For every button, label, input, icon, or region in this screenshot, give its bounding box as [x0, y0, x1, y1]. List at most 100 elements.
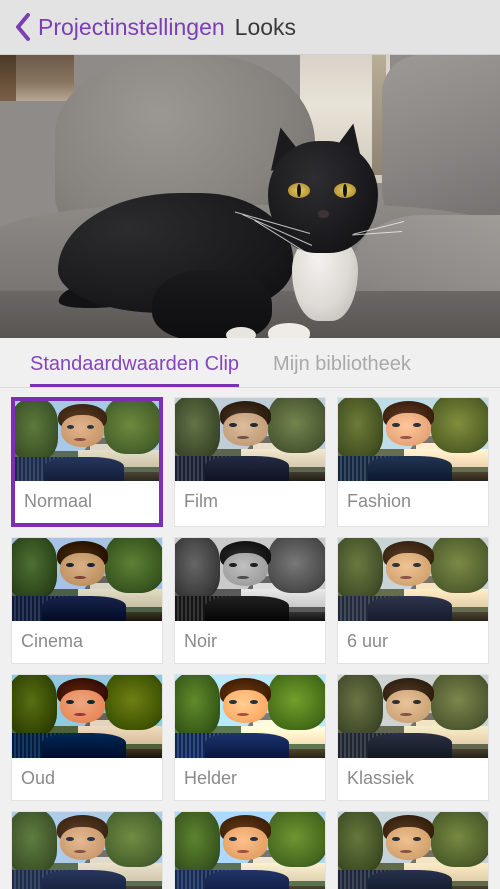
thumb-boy-eye-right — [87, 699, 95, 705]
thumb-boy-shirt — [42, 596, 126, 621]
thumb-boy-shirt — [205, 733, 289, 758]
look-thumbnail — [338, 538, 488, 621]
cat-hindquarters — [152, 270, 272, 338]
back-button-label[interactable]: Projectinstellingen — [38, 14, 225, 41]
look-thumbnail — [12, 812, 162, 889]
look-card[interactable]: Fashion — [337, 397, 489, 527]
look-card-selected[interactable]: Normaal — [11, 397, 163, 527]
thumb-boy-shirt — [205, 456, 289, 481]
look-card[interactable]: Helder — [174, 674, 326, 801]
cat-eye-left — [288, 183, 310, 198]
look-thumbnail — [12, 538, 162, 621]
thumb-tree-right — [431, 812, 488, 867]
cat-head — [268, 141, 378, 253]
thumb-tree-right — [268, 398, 325, 453]
look-label: Film — [184, 491, 218, 511]
look-label: Normaal — [24, 491, 93, 511]
looks-tab-bar: Standaardwaarden Clip Mijn bibliotheek — [0, 338, 500, 388]
thumb-tree-right — [104, 401, 159, 454]
look-thumbnail — [338, 675, 488, 758]
cat-paw-front — [268, 323, 310, 338]
thumb-boy-face — [61, 415, 105, 448]
thumb-tree-left — [12, 812, 57, 874]
look-card[interactable]: Klassiek — [337, 674, 489, 801]
thumb-tree-left — [175, 675, 220, 737]
thumb-boy-face — [60, 689, 105, 724]
thumb-boy-face — [223, 552, 268, 587]
thumb-tree-left — [338, 538, 383, 600]
look-thumbnail — [175, 398, 325, 481]
thumb-boy-face — [223, 412, 268, 447]
thumb-boy-eye-right — [87, 836, 95, 842]
thumb-tree-left — [175, 812, 220, 874]
thumb-tree-right — [431, 675, 488, 730]
app-header: Projectinstellingen Looks — [0, 0, 500, 55]
thumb-boy-eye-right — [413, 699, 421, 705]
thumb-boy-eye-left — [66, 699, 74, 705]
thumb-tree-right — [268, 538, 325, 593]
look-card[interactable]: Film — [174, 397, 326, 527]
thumb-boy-eye-left — [392, 699, 400, 705]
look-thumbnail — [175, 675, 325, 758]
thumb-boy-eye-left — [229, 836, 237, 842]
thumb-boy-shirt — [205, 596, 289, 621]
look-thumbnail — [338, 398, 488, 481]
thumb-boy-eye-right — [413, 422, 421, 428]
thumb-tree-left — [175, 538, 220, 600]
look-thumbnail — [175, 538, 325, 621]
thumb-boy-shirt — [368, 870, 452, 889]
thumb-boy-shirt — [42, 870, 126, 889]
look-label: Helder — [184, 768, 238, 788]
look-card[interactable] — [11, 811, 163, 889]
thumb-boy-shirt — [368, 456, 452, 481]
look-thumbnail — [175, 812, 325, 889]
look-thumbnail — [338, 812, 488, 889]
thumb-boy-face — [386, 412, 431, 447]
back-button[interactable] — [12, 12, 34, 42]
thumb-tree-left — [175, 398, 220, 460]
cat-paw-rear — [226, 327, 256, 338]
thumb-boy-face — [60, 552, 105, 587]
thumb-boy-face — [386, 552, 431, 587]
look-card[interactable]: Cinema — [11, 537, 163, 664]
thumb-tree-left — [15, 401, 59, 461]
look-thumbnail — [12, 675, 162, 758]
look-label: Cinema — [21, 631, 84, 651]
thumb-tree-right — [105, 538, 162, 593]
look-card[interactable]: 6 uur — [337, 537, 489, 664]
look-card[interactable] — [337, 811, 489, 889]
thumb-tree-left — [338, 812, 383, 874]
look-label: Fashion — [347, 491, 412, 511]
thumb-tree-right — [268, 675, 325, 730]
thumb-tree-left — [338, 675, 383, 737]
thumb-boy-eye-left — [66, 425, 75, 429]
thumb-boy-eye-left — [66, 562, 74, 568]
thumb-boy-eye-right — [250, 699, 258, 705]
look-label: 6 uur — [347, 631, 389, 651]
look-card[interactable]: Oud — [11, 674, 163, 801]
thumb-boy-eye-right — [250, 422, 258, 428]
thumb-tree-right — [105, 812, 162, 867]
thumb-boy-eye-left — [392, 422, 400, 428]
thumb-boy-face — [386, 826, 431, 861]
thumb-boy-eye-right — [87, 562, 95, 568]
tab-standaardwaarden-clip[interactable]: Standaardwaarden Clip — [30, 353, 240, 387]
look-card[interactable]: Noir — [174, 537, 326, 664]
look-card[interactable] — [174, 811, 326, 889]
thumb-tree-right — [268, 812, 325, 867]
thumb-boy-eye-left — [392, 562, 400, 568]
thumb-tree-left — [12, 538, 57, 600]
thumb-boy-shirt — [42, 733, 126, 758]
thumb-tree-left — [12, 675, 57, 737]
thumb-tree-right — [105, 675, 162, 730]
tab-mijn-bibliotheek[interactable]: Mijn bibliotheek — [273, 353, 411, 387]
cat-eye-right — [334, 183, 356, 198]
cat-nose — [318, 210, 329, 218]
thumb-boy-mouth — [74, 437, 86, 441]
video-preview[interactable] — [0, 55, 500, 338]
thumb-tree-right — [431, 538, 488, 593]
chevron-left-icon — [14, 12, 32, 42]
thumb-boy-eye-right — [413, 836, 421, 842]
thumb-tree-left — [338, 398, 383, 460]
thumb-boy-shirt — [368, 596, 452, 621]
